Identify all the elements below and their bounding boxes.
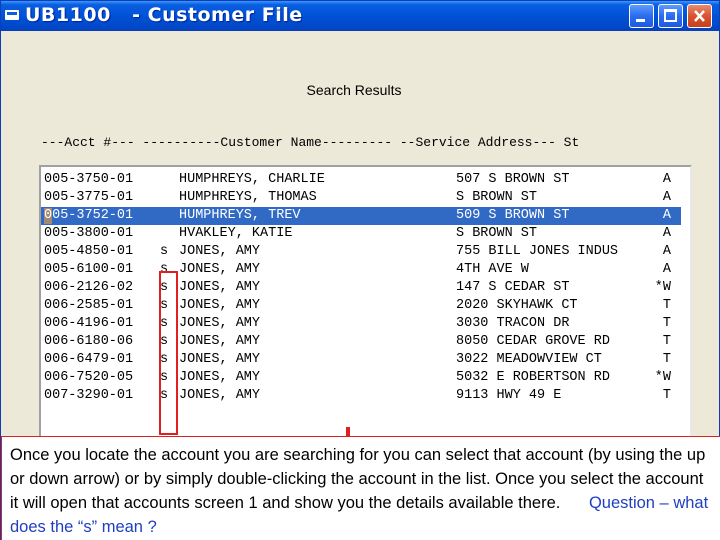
name-cell: HVAKLEY, KATIE xyxy=(179,226,293,241)
name-cell: JONES, AMY xyxy=(179,262,261,277)
status-cell: A xyxy=(662,244,671,259)
address-cell: 755 BILL JONES INDUS xyxy=(456,244,619,259)
status-cell: A xyxy=(662,226,671,241)
result-row[interactable]: 006-2126-02 s JONES, AMY 147 S CEDAR ST *W xyxy=(41,279,681,297)
acct-cell: 006-2585-01 xyxy=(44,298,134,313)
result-row[interactable]: 006-6180-06 s JONES, AMY 8050 CEDAR GROVE R… xyxy=(41,333,681,351)
address-cell: 3030 TRACON DR xyxy=(456,316,570,331)
status-cell: T xyxy=(662,352,671,367)
result-row[interactable]: 006-6479-01 s JONES, AMY 3022 MEADOWVIEW CT… xyxy=(41,351,681,369)
maximize-button[interactable] xyxy=(658,4,683,28)
address-cell: 9113 HWY 49 E xyxy=(456,388,562,403)
acct-cell: 005-3800-01 xyxy=(44,226,134,241)
address-cell: S BROWN ST xyxy=(456,226,538,241)
name-cell: JONES, AMY xyxy=(179,298,261,313)
result-row[interactable]: 006-7520-05 s JONES, AMY 5032 E ROBERTSON R… xyxy=(41,369,681,387)
flag-cell: s xyxy=(160,244,169,259)
result-row[interactable]: 006-4196-01 s JONES, AMY 3030 TRACON DR T xyxy=(41,315,681,333)
status-cell: T xyxy=(662,388,671,403)
acct-cell: 005-3750-01 xyxy=(44,172,134,187)
acct-cell: 006-4196-01 xyxy=(44,316,134,331)
name-cell: JONES, AMY xyxy=(179,244,261,259)
address-cell: 3022 MEADOWVIEW CT xyxy=(456,352,602,367)
status-cell: T xyxy=(662,316,671,331)
app-icon xyxy=(5,10,19,20)
callout-text: Once you locate the account you are sear… xyxy=(10,443,714,539)
status-cell: A xyxy=(662,172,671,187)
instruction-callout: Once you locate the account you are sear… xyxy=(1,436,720,540)
name-cell: JONES, AMY xyxy=(179,316,261,331)
status-cell: T xyxy=(662,334,671,349)
search-results-title: Search Results xyxy=(306,82,402,98)
acct-cell: 006-6479-01 xyxy=(44,352,134,367)
result-row[interactable]: 005-3800-01 HVAKLEY, KATIE S BROWN ST A xyxy=(41,225,681,243)
acct-cell: 005-3752-01 xyxy=(44,208,134,223)
name-cell: JONES, AMY xyxy=(179,280,261,295)
acct-cell: 005-3775-01 xyxy=(44,190,134,205)
address-cell: S BROWN ST xyxy=(456,190,538,205)
result-row[interactable]: 005-3750-01 HUMPHREYS, CHARLIE 507 S BROWN… xyxy=(41,171,681,189)
close-button[interactable] xyxy=(687,4,712,28)
acct-cell: 006-6180-06 xyxy=(44,334,134,349)
address-cell: 509 S BROWN ST xyxy=(456,208,570,223)
result-row[interactable]: 005-4850-01 s JONES, AMY 755 BILL JONES IND… xyxy=(41,243,681,261)
status-cell: A xyxy=(662,190,671,205)
result-row[interactable]: 006-2585-01 s JONES, AMY 2020 SKYHAWK CT T xyxy=(41,297,681,315)
column-header: ---Acct #--- ----------Customer Name----… xyxy=(41,135,580,150)
name-cell: HUMPHREYS, THOMAS xyxy=(179,190,317,205)
maximize-icon xyxy=(664,9,677,22)
status-cell: A xyxy=(662,262,671,277)
name-cell: HUMPHREYS, TREV xyxy=(179,208,301,223)
name-cell: HUMPHREYS, CHARLIE xyxy=(179,172,325,187)
name-cell: JONES, AMY xyxy=(179,370,261,385)
results-list[interactable]: 005-3750-01 HUMPHREYS, CHARLIE 507 S BROWN… xyxy=(39,165,692,441)
minimize-button[interactable] xyxy=(629,4,654,28)
s-flag-highlight-box xyxy=(159,271,178,435)
status-cell: A xyxy=(662,208,671,223)
status-cell: *W xyxy=(654,280,671,295)
app-window: UB1100 - Customer File Search Results --… xyxy=(0,0,720,540)
address-cell: 5032 E ROBERTSON RD xyxy=(456,370,610,385)
acct-cell: 007-3290-01 xyxy=(44,388,134,403)
address-cell: 4TH AVE W xyxy=(456,262,529,277)
name-cell: JONES, AMY xyxy=(179,388,261,403)
status-cell: *W xyxy=(654,370,671,385)
close-icon xyxy=(694,10,705,22)
status-cell: T xyxy=(662,298,671,313)
acct-cell: 005-4850-01 xyxy=(44,244,134,259)
name-cell: JONES, AMY xyxy=(179,334,261,349)
name-cell: JONES, AMY xyxy=(179,352,261,367)
result-row[interactable]: 005-6100-01 s JONES, AMY 4TH AVE WA xyxy=(41,261,681,279)
window-title: UB1100 - Customer File xyxy=(25,4,303,26)
address-cell: 147 S CEDAR ST xyxy=(456,280,570,295)
pointer-arrow-tip xyxy=(346,427,350,436)
title-bar[interactable]: UB1100 - Customer File xyxy=(1,1,719,31)
address-cell: 507 S BROWN ST xyxy=(456,172,570,187)
minimize-icon xyxy=(636,19,645,22)
acct-cell: 006-7520-05 xyxy=(44,370,134,385)
acct-cell: 006-2126-02 xyxy=(44,280,134,295)
address-cell: 8050 CEDAR GROVE RD xyxy=(456,334,610,349)
result-row[interactable]: 007-3290-01 s JONES, AMY 9113 HWY 49 ET xyxy=(41,387,681,405)
result-row[interactable]: 005-3775-01 HUMPHREYS, THOMAS S BROWN ST A xyxy=(41,189,681,207)
acct-cell: 005-6100-01 xyxy=(44,262,134,277)
address-cell: 2020 SKYHAWK CT xyxy=(456,298,578,313)
result-row[interactable]: 005-3752-01 HUMPHREYS, TREV 509 S BROWN ST… xyxy=(41,207,681,225)
